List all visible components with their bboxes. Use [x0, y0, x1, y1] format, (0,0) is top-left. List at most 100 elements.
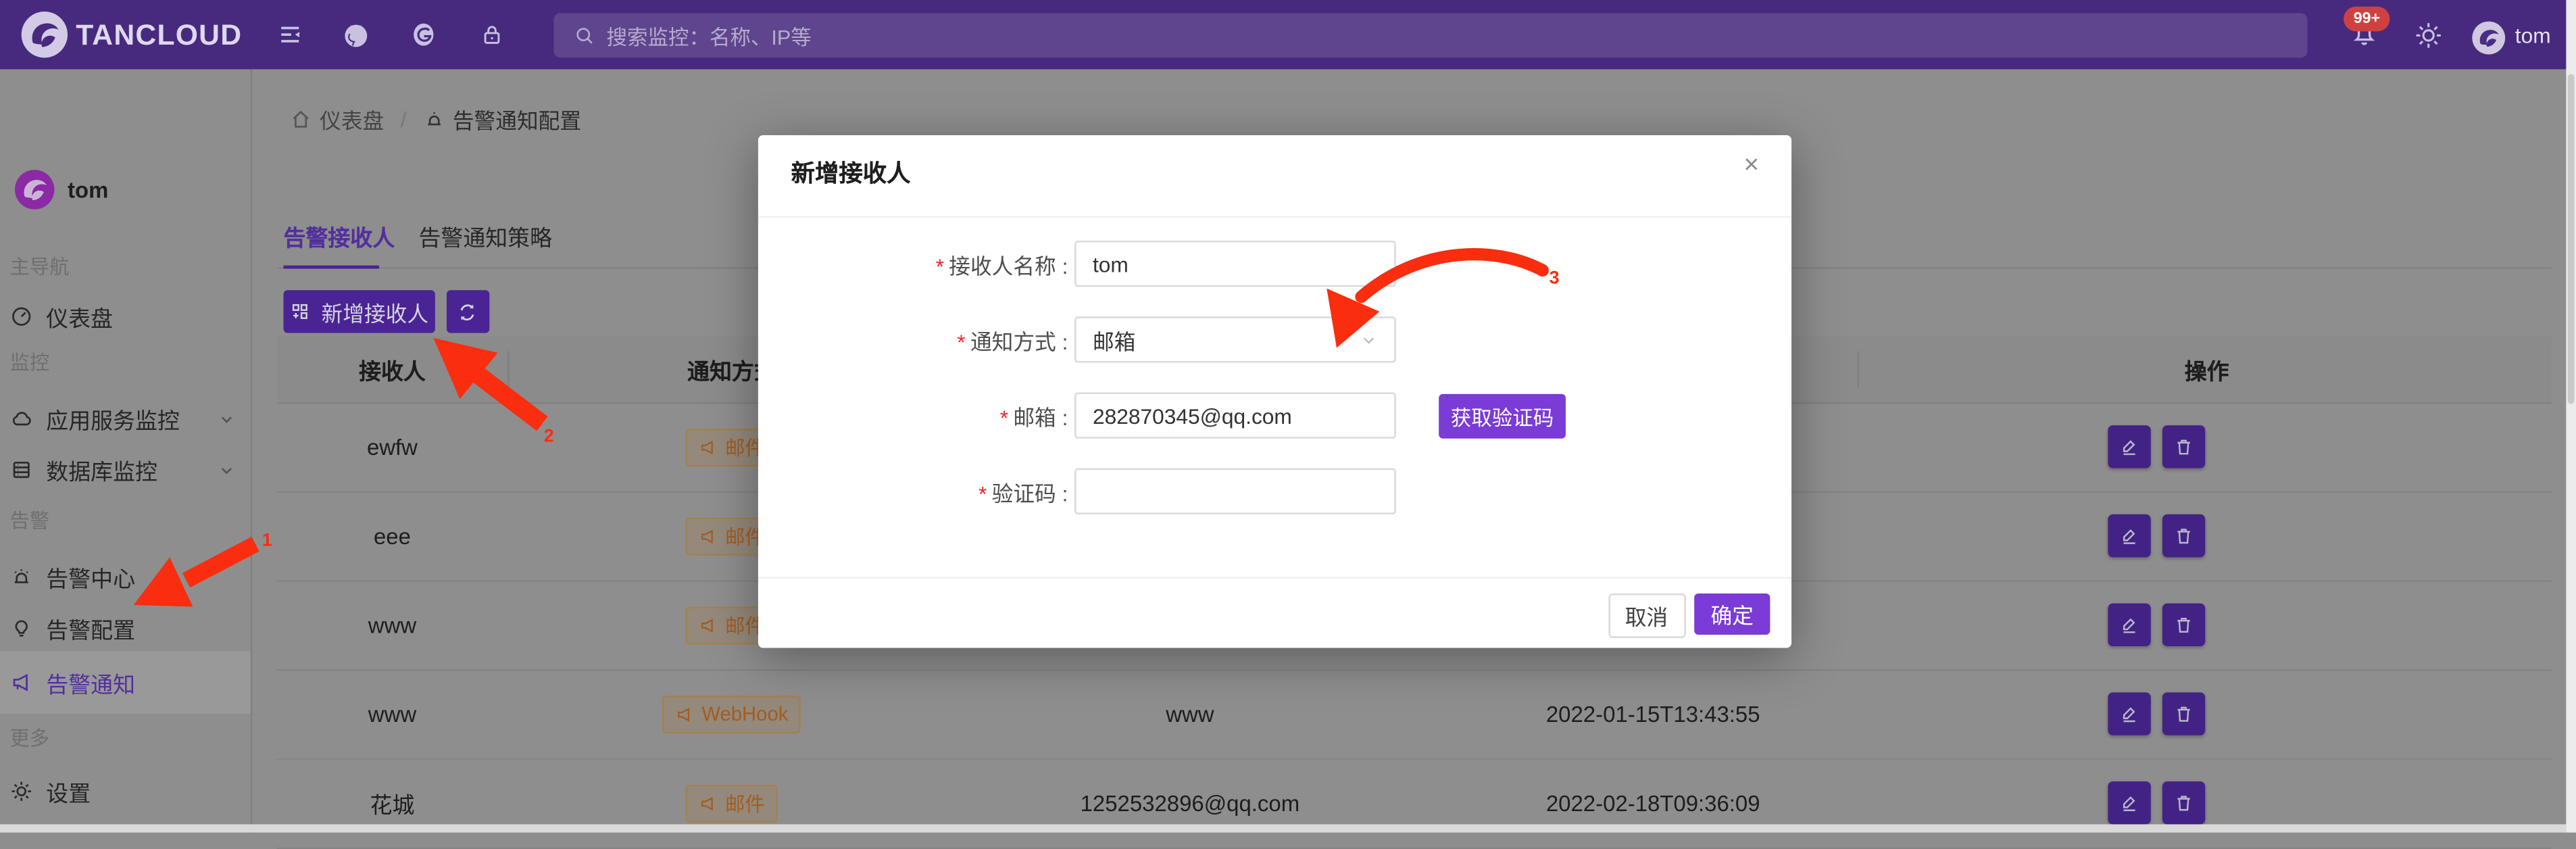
dashboard-icon [10, 305, 33, 328]
column-header-actions: 操作 [2185, 337, 2229, 403]
cell-created: 2022-02-18T09:36:09 [1546, 758, 1760, 848]
breadcrumb-current: 告警通知配置 [453, 104, 581, 135]
edit-icon [2119, 437, 2138, 456]
delete-button[interactable] [2162, 692, 2204, 735]
megaphone-icon [699, 527, 717, 545]
required-asterisk: * [1000, 405, 1008, 430]
edit-icon [2119, 704, 2138, 723]
edit-icon [2119, 793, 2138, 812]
github-icon[interactable] [341, 0, 371, 69]
cell-recipient: 花城 [370, 758, 415, 848]
cell-recipient: www [368, 669, 416, 758]
cell-recipient: www [368, 580, 416, 669]
edit-button[interactable] [2107, 425, 2150, 468]
field-label: 接收人名称 : [949, 253, 1068, 278]
add-receiver-modal: 新增接收人 × *接收人名称 : tom *通知方式 : 邮箱 *邮箱 : 28… [758, 135, 1791, 647]
cell-actions [2102, 491, 2210, 581]
megaphone-icon [699, 616, 717, 634]
sidebar-item-label: 设置 [46, 775, 91, 808]
cell-method: WebHook [662, 669, 801, 758]
sidebar-item-alert-notice[interactable]: 告警通知 [0, 651, 251, 714]
modal-footer-divider [758, 576, 1791, 577]
field-label: 邮箱 : [1013, 405, 1068, 430]
trash-icon [2173, 615, 2193, 635]
add-receiver-label: 新增接收人 [322, 296, 429, 327]
method-badge: WebHook [662, 695, 801, 733]
chevron-down-icon [218, 410, 236, 428]
add-receiver-button[interactable]: 新增接收人 [283, 290, 435, 333]
breadcrumb-separator: / [401, 107, 407, 132]
table-row[interactable]: 花城 邮件 1252532896@qq.com 2022-02-18T09:36… [277, 758, 2552, 849]
cell-contact: www [1166, 669, 1214, 758]
verify-code-input[interactable] [1074, 468, 1396, 514]
cell-actions [2102, 669, 2210, 758]
cell-actions [2102, 402, 2210, 491]
megaphone-icon [699, 438, 717, 456]
notification-badge: 99+ [2344, 7, 2390, 30]
cell-method: 邮件 [686, 758, 778, 848]
sidebar-item-label: 应用服务监控 [46, 402, 180, 435]
siren-icon [10, 566, 33, 589]
search-input[interactable]: 搜索监控：名称、IP等 [553, 12, 2307, 57]
tab-alert-receivers[interactable]: 告警接收人 [283, 219, 395, 252]
megaphone-icon [10, 671, 33, 694]
edit-button[interactable] [2107, 604, 2150, 646]
header-divider [1858, 351, 1859, 387]
table-row[interactable]: www WebHook www 2022-01-15T13:43:55 [277, 669, 2552, 760]
brand-logo[interactable] [22, 11, 68, 57]
refresh-button[interactable] [446, 290, 489, 333]
gear-icon[interactable] [2414, 0, 2442, 69]
cell-created: 2022-01-15T13:43:55 [1546, 669, 1760, 758]
vertical-scrollbar-thumb[interactable] [2567, 74, 2575, 404]
delete-button[interactable] [2162, 604, 2204, 646]
delete-button[interactable] [2162, 514, 2204, 557]
email-input[interactable]: 282870345@qq.com [1074, 392, 1396, 438]
vertical-scrollbar[interactable] [2565, 0, 2576, 833]
form-row-method: *通知方式 : 邮箱 [758, 316, 1791, 362]
brand-name: TANCLOUD [76, 0, 242, 69]
close-icon[interactable]: × [1743, 153, 1759, 180]
input-value: 282870345@qq.com [1093, 403, 1292, 428]
trash-icon [2173, 793, 2193, 812]
menu-fold-icon[interactable] [277, 0, 303, 69]
get-verify-code-button[interactable]: 获取验证码 [1439, 393, 1566, 438]
input-value: tom [1093, 251, 1129, 276]
notify-method-select[interactable]: 邮箱 [1074, 316, 1396, 362]
sidebar-item-database-monitor[interactable]: 数据库监控 [0, 445, 251, 495]
sidebar-username: tom [68, 178, 108, 203]
cloud-icon [10, 407, 33, 430]
sync-icon [457, 301, 478, 322]
receiver-name-input[interactable]: tom [1074, 241, 1396, 287]
sidebar-item-alert-config[interactable]: 告警配置 [0, 604, 251, 653]
sidebar-item-settings[interactable]: 设置 [0, 767, 251, 816]
breadcrumb-home[interactable]: 仪表盘 [320, 104, 384, 135]
delete-button[interactable] [2162, 781, 2204, 824]
horizontal-scrollbar[interactable] [0, 824, 2565, 833]
sidebar-item-alert-center[interactable]: 告警中心 [0, 552, 251, 602]
bulb-icon [10, 616, 33, 639]
lock-icon[interactable] [480, 0, 505, 69]
top-navbar: TANCLOUD 搜索监控：名称、IP等 tom [0, 0, 2576, 69]
database-icon [10, 458, 33, 481]
user-avatar[interactable] [2472, 20, 2505, 53]
delete-button[interactable] [2162, 425, 2204, 468]
edit-button[interactable] [2107, 692, 2150, 735]
ok-button[interactable]: 确定 [1694, 593, 1770, 634]
annotation-number-1: 1 [262, 529, 272, 550]
edit-icon [2119, 615, 2138, 635]
tab-alert-notice-policy[interactable]: 告警通知策略 [418, 219, 552, 252]
chevron-down-icon [1360, 331, 1378, 349]
navbar-username[interactable]: tom [2515, 0, 2551, 69]
gear-icon [10, 780, 33, 803]
cell-contact: 1252532896@qq.com [1081, 758, 1300, 848]
gitee-icon[interactable] [409, 0, 439, 69]
home-icon [290, 109, 312, 130]
sidebar-item-dashboard[interactable]: 仪表盘 [0, 292, 251, 341]
edit-button[interactable] [2107, 514, 2150, 557]
trash-icon [2173, 704, 2193, 723]
breadcrumb: 仪表盘 / 告警通知配置 [290, 104, 581, 135]
cancel-button[interactable]: 取消 [1608, 593, 1685, 637]
edit-button[interactable] [2107, 781, 2150, 824]
sidebar-item-app-service-monitor[interactable]: 应用服务监控 [0, 394, 251, 443]
select-value: 邮箱 [1093, 324, 1135, 355]
